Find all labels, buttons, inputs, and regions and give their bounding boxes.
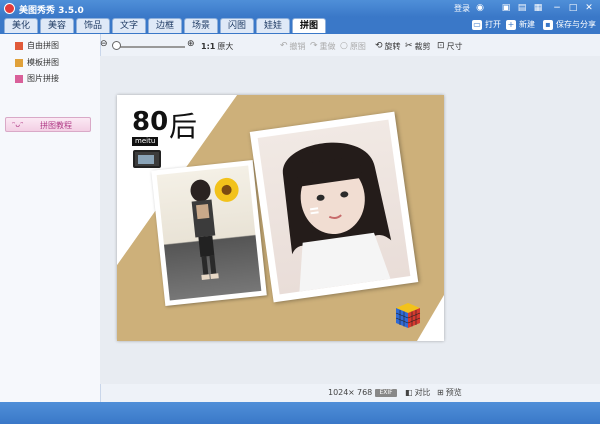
minimize-icon[interactable]: − (551, 2, 563, 14)
photo-right-image (283, 142, 392, 292)
undo-icon: ↶ (280, 41, 288, 51)
menu-icon[interactable]: ▦ (532, 2, 544, 14)
tab-text[interactable]: 文字 (112, 18, 146, 33)
collage-title-number: 80 (132, 107, 169, 137)
feedback-icon[interactable]: ▤ (516, 2, 528, 14)
tab-frame[interactable]: 边框 (148, 18, 182, 33)
save-icon: ▪ (543, 20, 553, 30)
template-collage-icon (15, 59, 23, 67)
resize-icon: ⊡ (437, 41, 445, 51)
rubiks-cube-sticker-icon (395, 303, 421, 328)
weibo-icon[interactable]: ◉ (474, 2, 486, 14)
image-width: 1024 (328, 388, 349, 397)
zoom-slider-thumb[interactable] (112, 41, 121, 50)
crop-icon: ✂ (405, 41, 413, 51)
tab-accessories[interactable]: 饰品 (76, 18, 110, 33)
original-image-icon: ○ (340, 41, 348, 51)
sidebar (0, 34, 101, 402)
sidebar-item-free-collage[interactable]: 自由拼图 (15, 40, 59, 52)
redo-button[interactable]: ↷ 重做 (310, 41, 336, 52)
tab-flash[interactable]: 闪图 (220, 18, 254, 33)
collage-canvas[interactable]: 80 后 meitu (117, 95, 444, 341)
rotate-button[interactable]: ⟲ 旋转 (375, 41, 401, 52)
title-bar: 美图秀秀 3.5.0 登录 ◉ ▣ ▤ ▦ − □ ✕ (0, 0, 600, 17)
exif-button[interactable]: EXIF (375, 389, 397, 397)
app-logo-icon (4, 3, 15, 14)
collage-tutorial-button[interactable]: ᵔᴗᵔ 拼图教程 (5, 117, 91, 132)
free-collage-icon (15, 42, 23, 50)
photo-left-image (190, 177, 239, 281)
tab-doll[interactable]: 娃娃 (256, 18, 290, 33)
image-stitch-icon (15, 75, 23, 83)
zoom-in-icon[interactable]: ⊕ (187, 39, 195, 49)
sidebar-item-image-stitch[interactable]: 图片拼接 (15, 73, 59, 85)
zoom-out-icon[interactable]: ⊖ (100, 39, 108, 49)
tab-beautify[interactable]: 美化 (4, 18, 38, 33)
undo-button[interactable]: ↶ 撤销 (280, 41, 306, 52)
close-icon[interactable]: ✕ (583, 2, 595, 14)
size-times: × (348, 388, 355, 397)
app-title: 美图秀秀 3.5.0 (19, 6, 84, 16)
preview-button[interactable]: ⊞ 预览 (437, 387, 462, 399)
image-height: 768 (357, 388, 373, 397)
open-button[interactable]: ▭ 打开 (472, 19, 501, 31)
save-share-button[interactable]: ▪ 保存与分享 (543, 19, 596, 31)
tab-collage[interactable]: 拼图 (292, 18, 326, 33)
compare-button[interactable]: ◧ 对比 (405, 387, 431, 399)
tv-sticker-icon (133, 150, 161, 168)
login-link[interactable]: 登录 (454, 3, 470, 14)
plus-icon: + (506, 20, 516, 30)
tab-scene[interactable]: 场景 (184, 18, 218, 33)
sidebar-item-template-collage[interactable]: 模板拼图 (15, 57, 59, 69)
preview-icon: ⊞ (437, 388, 444, 397)
skin-icon[interactable]: ▣ (500, 2, 512, 14)
folder-icon: ▭ (472, 20, 482, 30)
tab-beauty[interactable]: 美容 (40, 18, 74, 33)
rotate-icon: ⟲ (375, 41, 383, 51)
size-button[interactable]: ⊡ 尺寸 (437, 41, 463, 52)
compare-icon: ◧ (405, 388, 413, 397)
collage-photo-left[interactable] (151, 160, 267, 306)
bottom-bar (0, 402, 600, 424)
tutorial-icon: ᵔᴗᵔ (12, 120, 24, 129)
zoom-slider-track[interactable] (115, 46, 185, 48)
collage-photo-right[interactable] (249, 111, 419, 303)
collage-title-char: 后 (169, 110, 198, 143)
original-image-button[interactable]: ○ 原图 (340, 41, 366, 52)
redo-icon: ↷ (310, 41, 318, 51)
new-button[interactable]: + 新建 (506, 19, 535, 31)
meitu-tag: meitu (132, 137, 159, 146)
crop-button[interactable]: ✂ 裁剪 (405, 41, 431, 52)
maximize-icon[interactable]: □ (567, 2, 579, 14)
original-size-button[interactable]: 1:1 原大 (201, 41, 233, 52)
